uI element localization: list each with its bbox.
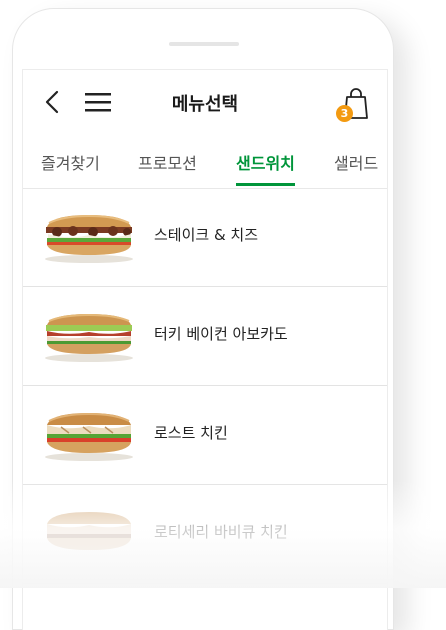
- tab-salad[interactable]: 샐러드: [334, 150, 378, 186]
- speaker-grill: [169, 42, 239, 46]
- hamburger-menu-icon[interactable]: [85, 92, 111, 112]
- tab-promotion[interactable]: 프로모션: [138, 150, 197, 186]
- rotisserie-bbq-chicken-sandwich-image: [47, 512, 131, 550]
- roast-chicken-sandwich-image: [45, 412, 133, 461]
- steak-cheese-sandwich-image: [45, 214, 133, 263]
- menu-item-name: 로티세리 바비큐 치킨: [154, 523, 288, 541]
- cart-count-badge: 3: [336, 105, 353, 122]
- menu-item-roast-chicken[interactable]: 로스트 치킨: [23, 386, 387, 485]
- tab-favorites[interactable]: 즐겨찾기: [41, 150, 100, 186]
- app-header: 메뉴선택 3: [23, 70, 387, 138]
- app-screen: 메뉴선택 3 즐겨찾기 프로모션 샌드위치 샐러드 스테이크 & 치즈 터키 베…: [22, 69, 388, 630]
- menu-item-turkey-bacon-avocado[interactable]: 터키 베이컨 아보카도: [23, 287, 387, 386]
- turkey-bacon-avocado-sandwich-image: [45, 313, 133, 362]
- menu-item-rotisserie-bbq-chicken[interactable]: 로티세리 바비큐 치킨: [23, 485, 387, 584]
- menu-list: 스테이크 & 치즈 터키 베이컨 아보카도 로스트 치킨 로티세리 바비큐 치킨: [23, 188, 387, 584]
- category-tabs: 즐겨찾기 프로모션 샌드위치 샐러드: [23, 138, 387, 189]
- phone-frame: 메뉴선택 3 즐겨찾기 프로모션 샌드위치 샐러드 스테이크 & 치즈 터키 베…: [12, 8, 394, 630]
- menu-item-name: 터키 베이컨 아보카도: [154, 325, 288, 343]
- tab-sandwich[interactable]: 샌드위치: [236, 150, 295, 186]
- menu-item-name: 로스트 치킨: [154, 424, 228, 442]
- page-title: 메뉴선택: [171, 94, 239, 115]
- menu-item-name: 스테이크 & 치즈: [154, 226, 259, 244]
- menu-item-steak-cheese[interactable]: 스테이크 & 치즈: [23, 188, 387, 287]
- chevron-left-icon[interactable]: [43, 90, 63, 114]
